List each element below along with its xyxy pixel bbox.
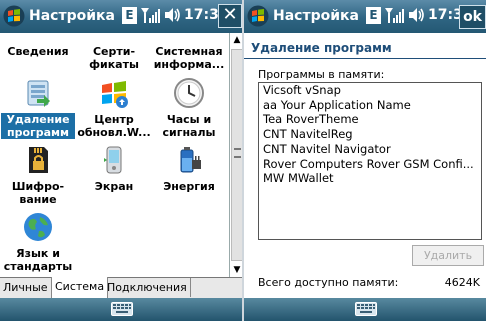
- list-item[interactable]: CNT Navitel Navigator: [259, 142, 481, 157]
- signal-icon: [141, 8, 160, 23]
- item-label: информа...: [153, 58, 225, 71]
- list-item[interactable]: Rover Computers Rover GSM Confi...: [259, 157, 481, 172]
- windows-flag-icon[interactable]: [247, 5, 269, 27]
- remove-programs-icon: [27, 80, 50, 107]
- item-power[interactable]: Энергия: [152, 144, 226, 210]
- edge-badge: E: [122, 6, 137, 24]
- tab-personal[interactable]: Личные: [0, 278, 52, 297]
- signal-icon: [385, 8, 404, 23]
- list-item[interactable]: MW MWallet: [259, 171, 481, 186]
- programs-list[interactable]: Vicsoft vSnap aa Your Application Name T…: [258, 82, 482, 240]
- item-label: Энергия: [163, 180, 215, 193]
- grip-icon: [234, 148, 241, 158]
- item-label: обновл.W...: [77, 126, 151, 139]
- clock-icon: [174, 78, 204, 108]
- item-label: фикаты: [89, 58, 139, 71]
- status-area[interactable]: E 17:30: [122, 6, 229, 24]
- list-item[interactable]: CNT NavitelReg: [259, 127, 481, 142]
- item-label: стандарты: [3, 260, 73, 273]
- battery-icon: [180, 147, 201, 173]
- list-item[interactable]: aa Your Application Name: [259, 98, 481, 113]
- keyboard-icon[interactable]: [111, 302, 133, 316]
- settings-icon-grid: Сведения Серти- фикаты Системная информа…: [0, 33, 229, 277]
- item-label: Центр: [94, 113, 134, 126]
- item-label: вание: [19, 193, 57, 206]
- sd-card-lock-icon: [29, 147, 48, 173]
- free-memory-label: Всего доступно памяти:: [258, 276, 399, 289]
- list-item[interactable]: Tea RoverTheme: [259, 112, 481, 127]
- window-title: Настройка: [273, 8, 359, 24]
- status-area[interactable]: E 17:30: [366, 6, 473, 24]
- tab-system[interactable]: Система: [51, 277, 109, 298]
- item-windows-update[interactable]: Центр обновл.W...: [77, 77, 151, 143]
- speaker-icon: [409, 8, 424, 22]
- windows-update-icon: [102, 81, 128, 108]
- item-clock-alarms[interactable]: Часы и сигналы: [152, 77, 226, 143]
- item-label: Сведения: [7, 45, 69, 58]
- item-label: Системная: [155, 45, 223, 58]
- item-label: Удаление: [1, 113, 75, 126]
- page-title: Удаление программ: [251, 41, 392, 55]
- item-label: программ: [1, 126, 75, 139]
- edge-badge: E: [366, 6, 381, 24]
- remove-programs-screen: Настройка E 17:30 ok Удаление программ П…: [242, 0, 486, 321]
- item-remove-programs[interactable]: Удаление программ: [1, 77, 75, 143]
- remove-button[interactable]: Удалить: [412, 245, 484, 266]
- title-bar: Настройка E 17:30 ✕: [0, 0, 244, 33]
- programs-in-memory-label: Программы в памяти:: [258, 68, 385, 81]
- item-label: Серти-: [92, 45, 136, 58]
- keyboard-icon[interactable]: [355, 302, 377, 316]
- item-encryption[interactable]: Шифро- вание: [1, 144, 75, 210]
- ok-button[interactable]: ok: [459, 5, 486, 29]
- free-memory-value: 4624K: [444, 276, 480, 289]
- title-bar: Настройка E 17:30 ok: [244, 0, 486, 33]
- window-title: Настройка: [29, 8, 115, 24]
- item-label: Шифро-: [11, 180, 65, 193]
- settings-system-screen: Настройка E 17:30 ✕ Сведения Серти- фика…: [0, 0, 244, 321]
- tab-strip: Личные Система Подключения: [0, 277, 244, 299]
- item-label: Экран: [94, 180, 134, 193]
- item-label: Часы и: [166, 113, 212, 126]
- menu-bar: [244, 298, 486, 321]
- divider: [244, 58, 486, 59]
- list-item[interactable]: Vicsoft vSnap: [259, 83, 481, 98]
- menu-bar: [0, 298, 244, 321]
- item-regional-settings[interactable]: Язык и стандарты: [1, 211, 75, 277]
- close-button[interactable]: ✕: [218, 4, 242, 28]
- item-screen[interactable]: Экран: [77, 144, 151, 210]
- device-screen-icon: [104, 146, 122, 174]
- item-label: сигналы: [162, 126, 216, 139]
- globe-icon: [24, 213, 52, 241]
- item-label: Язык и: [16, 247, 60, 260]
- tab-connections[interactable]: Подключения: [104, 278, 191, 297]
- windows-flag-icon[interactable]: [3, 5, 25, 27]
- speaker-icon: [165, 8, 180, 22]
